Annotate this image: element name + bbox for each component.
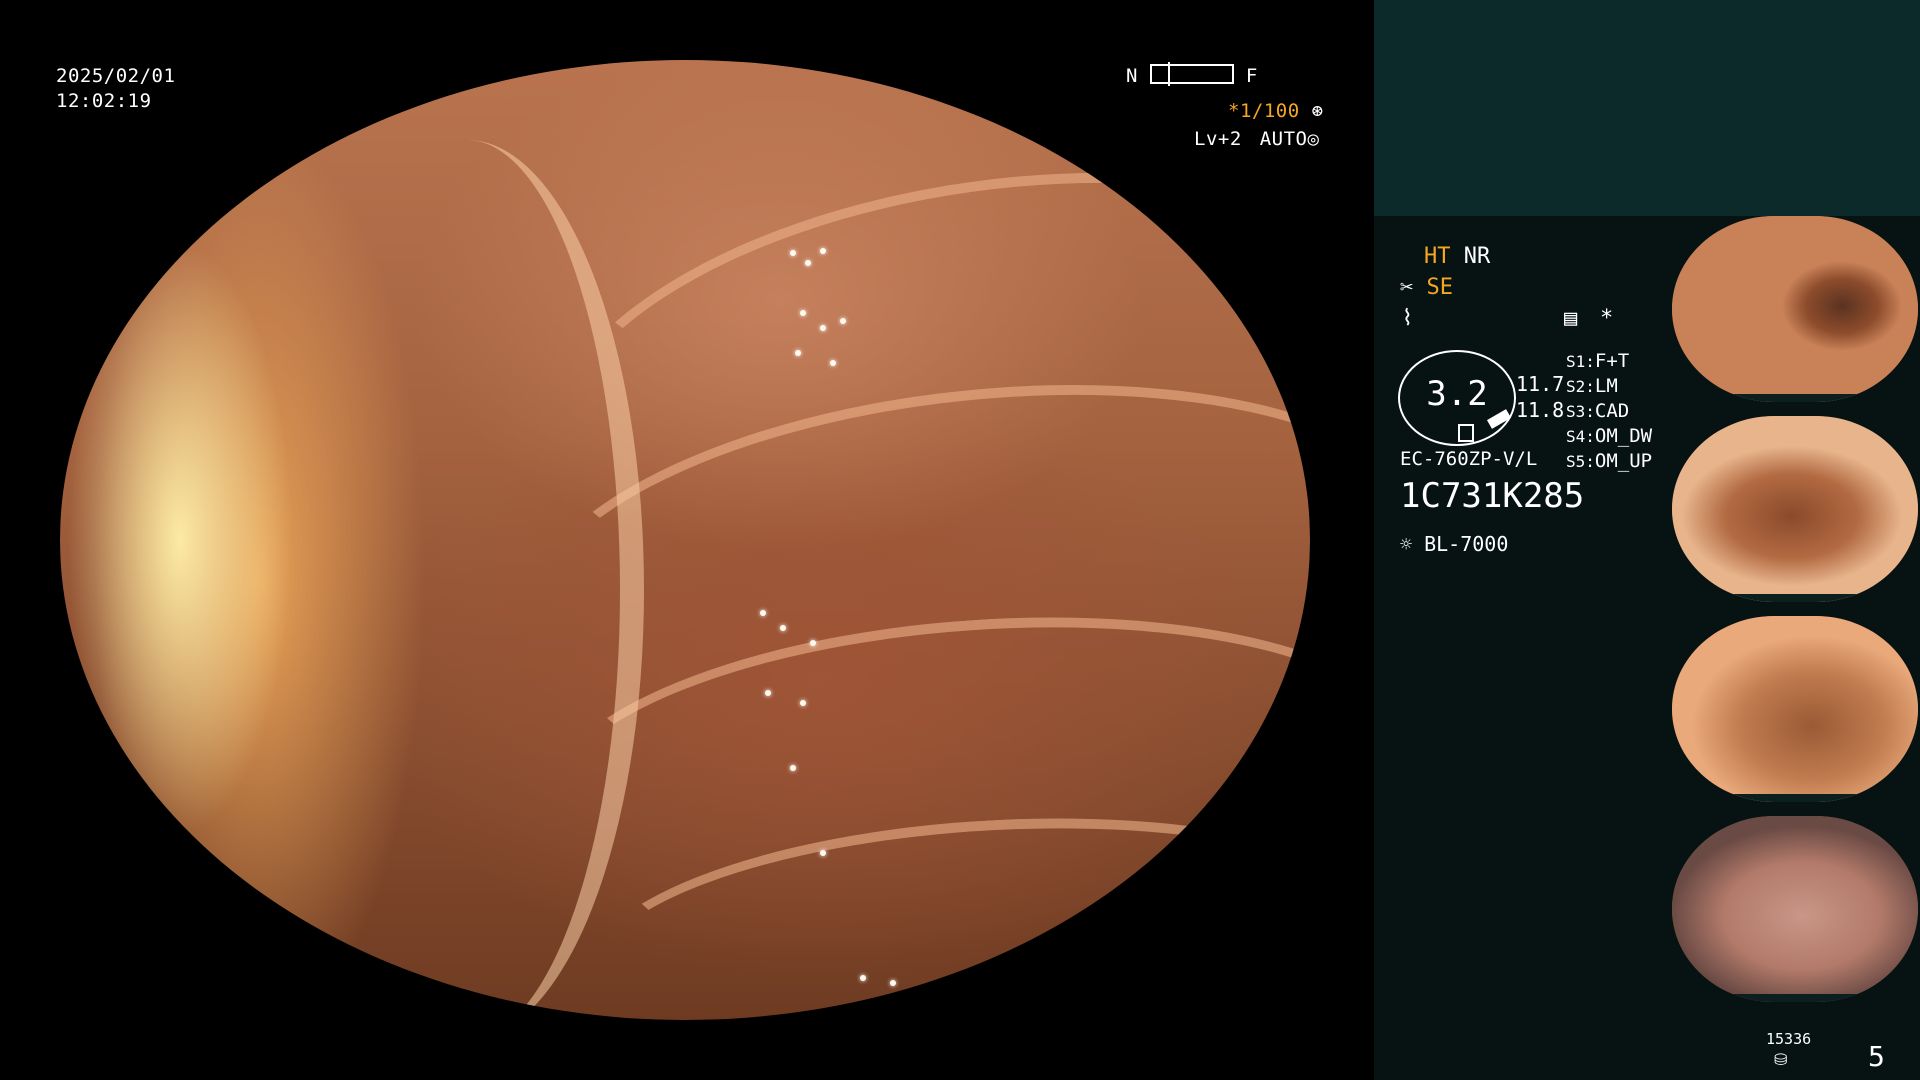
shutter-icon: ⊛	[1311, 100, 1324, 122]
image-count: 5	[1868, 1040, 1885, 1073]
storage-count: 15336	[1766, 1030, 1812, 1048]
switch-s4: S4:OM_DW	[1566, 425, 1653, 447]
exposure-row: Lv+2 AUTO◎	[1194, 127, 1319, 152]
dial-gauge: 3.2	[1398, 350, 1516, 446]
thumbnail-2[interactable]	[1672, 416, 1918, 602]
focus-bar	[1149, 62, 1234, 86]
tilde-icon: ⌇	[1402, 306, 1413, 331]
thumbnail-1[interactable]	[1672, 216, 1918, 402]
light-source-text: BL-7000	[1424, 532, 1509, 556]
serial-number: 1C731K285	[1400, 476, 1585, 516]
switch-s1: S1:F+T	[1566, 350, 1630, 372]
far-label: F	[1245, 65, 1258, 87]
light-icon: ☼	[1400, 532, 1413, 556]
shutter-text: *1/100	[1228, 100, 1300, 122]
light-source-row: ☼ BL-7000	[1400, 532, 1508, 556]
ht-label: HT	[1424, 244, 1451, 269]
value-1: 11.7	[1516, 372, 1565, 396]
switch-s3: S3:CAD	[1566, 400, 1630, 422]
thumbnail-4[interactable]	[1672, 816, 1918, 1002]
value-2: 11.8	[1516, 398, 1565, 422]
near-label: N	[1126, 65, 1138, 87]
nr-label: NR	[1463, 244, 1491, 269]
dial-value: 3.2	[1426, 374, 1488, 414]
endoscopic-view	[60, 60, 1310, 1020]
switch-list: S1:F+T S2:LM S3:CAD S4:OM_DW S5:OM_UP	[1566, 350, 1676, 475]
panel-header	[1374, 0, 1920, 216]
se-label: SE	[1426, 275, 1454, 300]
memo-icon: ▤	[1564, 306, 1578, 331]
shutter-row: *1/100 ⊛	[1228, 99, 1324, 124]
switch-s5: S5:OM_UP	[1566, 450, 1653, 472]
thumbnail-3[interactable]	[1672, 616, 1918, 802]
switch-s2: S2:LM	[1566, 375, 1618, 397]
scissors-icon: ✂	[1400, 275, 1414, 300]
asterisk-label: *	[1600, 306, 1614, 331]
time-text: 12:02:19	[56, 90, 152, 112]
level-text: Lv+2	[1194, 128, 1242, 150]
iris-icon: ◎	[1307, 128, 1320, 150]
focus-indicator: N F	[1126, 62, 1322, 89]
iris-text: AUTO	[1259, 128, 1308, 150]
date-text: 2025/02/01	[56, 65, 176, 87]
disk-icon: ⛁	[1774, 1050, 1788, 1069]
ht-nr-row: HT NR	[1424, 244, 1490, 269]
scope-model: EC-760ZP-V/L	[1400, 448, 1538, 470]
se-row: ✂ SE	[1400, 275, 1453, 300]
datetime-block: 2025/02/01 12:02:19	[56, 64, 175, 114]
